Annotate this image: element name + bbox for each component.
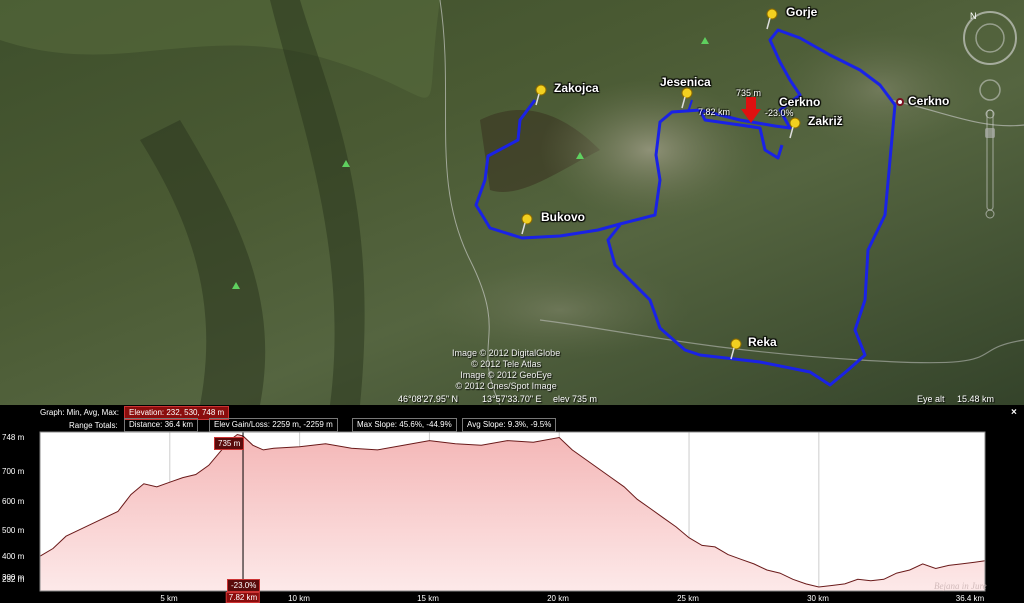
place-label-gorje: Gorje [786,5,818,19]
pin-reka[interactable] [728,338,744,365]
x-tick-label: 15 km [417,594,439,603]
pin-jesenica[interactable] [679,87,695,114]
pushpin-icon [766,8,778,30]
place-label-zakojca: Zakojca [554,81,599,95]
place-label-reka: Reka [748,335,777,349]
map-view[interactable]: Gorje Zakojca Jesenica Cerkno Zakriž Buk… [0,0,1024,405]
cursor-elevation-label: 735 m [214,437,245,450]
y-tick-label: 700 m [2,467,25,476]
status-eye-alt-label: Eye alt [917,394,945,404]
y-tick-label: 748 m [2,433,25,442]
zoom-slider[interactable] [986,109,994,211]
town-label-cerkno: Cerkno [908,94,950,108]
x-tick-label: 20 km [547,594,569,603]
zoom-slider-thumb[interactable] [985,128,995,138]
x-tick-label: 36.4 km [955,594,985,603]
copyright-line: © 2012 Cnes/Spot Image [455,381,557,391]
place-label-jesenica: Jesenica [660,75,711,89]
copyright-line: Image © 2012 GeoEye [460,370,552,380]
close-icon[interactable]: × [1011,407,1017,418]
satellite-imagery[interactable] [0,0,1024,405]
look-joystick[interactable] [975,23,1005,53]
cursor-slope-label: -23.0% [227,579,261,592]
town-dot-cerkno[interactable] [896,98,904,106]
x-tick-label: 5 km [160,594,178,603]
pin-zakriz[interactable] [787,117,803,144]
place-label-zakriz: Zakriž [808,114,843,128]
y-tick-label: 500 m [2,526,25,535]
place-label-cerkno-inner: Cerkno [779,95,821,109]
elevation-profile-panel [0,405,1024,603]
copyright-line: Image © 2012 DigitalGlobe [452,348,561,358]
x-tick-label: 25 km [677,594,699,603]
max-slope-box[interactable]: Max Slope: 45.6%, -44.9% [352,418,457,432]
watermark-text: Bejana in Jure [934,581,987,591]
pin-zakojca[interactable] [533,84,549,111]
status-latitude: 46°08'27.95" N [398,394,459,404]
place-label-bukovo: Bukovo [541,210,586,224]
status-elevation: elev 735 m [553,394,598,404]
avg-slope-box[interactable]: Avg Slope: 9.3%, -9.5% [462,418,557,432]
distance-box[interactable]: Distance: 36.4 km [124,418,199,432]
y-tick-label: 232 m [2,575,25,584]
status-eye-alt: 15.48 km [957,394,995,404]
marker-elevation: 735 m [736,88,762,98]
pin-gorje[interactable] [764,8,780,35]
y-tick-label: 400 m [2,552,25,561]
copyright-line: © 2012 Tele Atlas [471,359,542,369]
pushpin-icon [681,87,693,109]
position-marker[interactable] [741,97,761,128]
y-tick-label: 600 m [2,497,25,506]
status-longitude: 13°57'33.70" E [482,394,542,404]
pushpin-icon [521,213,533,235]
pushpin-icon [535,84,547,106]
x-tick-label: 30 km [807,594,829,603]
imagery-copyright: Image © 2012 DigitalGlobe © 2012 Tele At… [452,348,560,392]
pin-bukovo[interactable] [519,213,535,240]
graph-label: Graph: Min, Avg, Max: [40,408,119,417]
down-arrow-icon [741,97,761,123]
pushpin-icon [789,117,801,139]
navigation-controls[interactable]: N [962,10,1018,225]
zoom-out-icon[interactable] [985,209,995,219]
elev-gain-box[interactable]: Elev Gain/Loss: 2259 m, -2259 m [209,418,338,432]
move-joystick[interactable] [979,79,1001,101]
x-tick-label: 10 km [288,594,310,603]
x-tick-label-cursor: 7.82 km [225,592,261,603]
north-icon[interactable]: N [970,11,977,21]
pushpin-icon [730,338,742,360]
marker-slope: -23.0% [765,108,794,118]
range-totals-label: Range Totals: [69,421,118,430]
marker-distance: 7.82 km [698,107,731,117]
